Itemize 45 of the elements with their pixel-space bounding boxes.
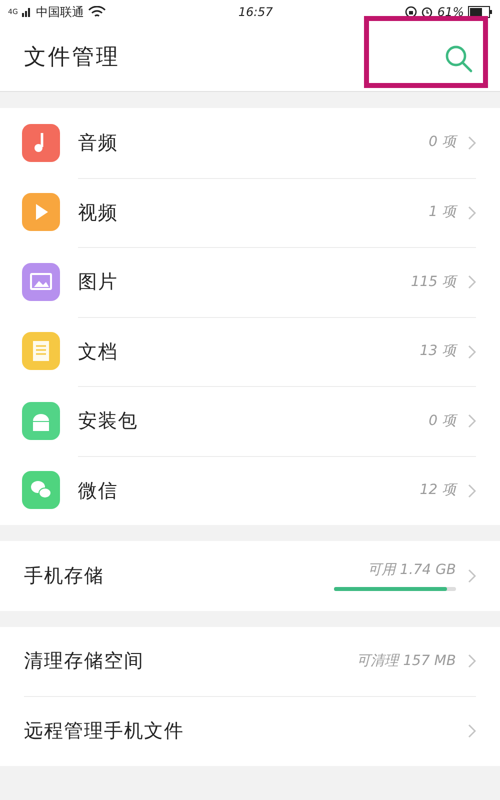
category-row[interactable]: 文档 13 项 (0, 316, 500, 386)
category-label: 视频 (78, 200, 118, 226)
rotation-lock-icon (405, 6, 418, 18)
category-label: 音频 (78, 130, 118, 156)
wifi-icon (88, 6, 106, 18)
storage-row[interactable]: 手机存储 可用 1.74 GB (0, 541, 500, 610)
category-row[interactable]: 图片 115 项 (0, 247, 500, 316)
chevron-icon (468, 136, 476, 150)
clock-time: 16:57 (238, 4, 273, 21)
chevron-icon (468, 724, 476, 738)
category-label: 文档 (78, 340, 118, 364)
chevron-icon (468, 484, 476, 498)
carrier-name: 中国联通 (36, 4, 84, 21)
signal-icon (22, 7, 32, 17)
item-count: 0 项 (428, 412, 456, 431)
chevron-icon (468, 568, 476, 583)
storage-label: 手机存储 (24, 564, 104, 588)
battery-icon (468, 6, 492, 18)
category-label: 安装包 (78, 409, 138, 434)
chevron-icon (468, 414, 476, 428)
search-button[interactable] (444, 44, 474, 74)
alarm-icon (421, 6, 434, 18)
chevron-icon (468, 654, 476, 668)
menu-label: 清理存储空间 (24, 649, 144, 674)
category-label: 微信 (78, 478, 118, 504)
category-label: 图片 (78, 270, 118, 295)
page-title: 文件管理 (24, 44, 120, 72)
chevron-icon (468, 344, 476, 359)
storage-free: 可用 1.74 GB (367, 561, 456, 580)
category-row[interactable]: 微信 12 项 (0, 456, 500, 525)
category-row[interactable]: 安装包 0 项 (0, 386, 500, 456)
menu-row[interactable]: 远程管理手机文件 (0, 696, 500, 766)
item-count: 12 项 (420, 481, 456, 500)
chevron-icon (468, 206, 476, 220)
menu-label: 远程管理手机文件 (24, 719, 184, 744)
menu-row[interactable]: 清理存储空间 可清理 157 MB (0, 626, 500, 696)
item-count: 0 项 (428, 133, 456, 152)
menu-value: 可清理 157 MB (356, 652, 456, 671)
category-row[interactable]: 音频 0 项 (0, 108, 500, 178)
item-count: 115 项 (410, 272, 456, 292)
item-count: 13 项 (420, 342, 456, 362)
chevron-icon (468, 275, 476, 290)
category-row[interactable]: 视频 1 项 (0, 178, 500, 247)
battery-percent: 61% (437, 4, 464, 21)
item-count: 1 项 (428, 203, 456, 222)
